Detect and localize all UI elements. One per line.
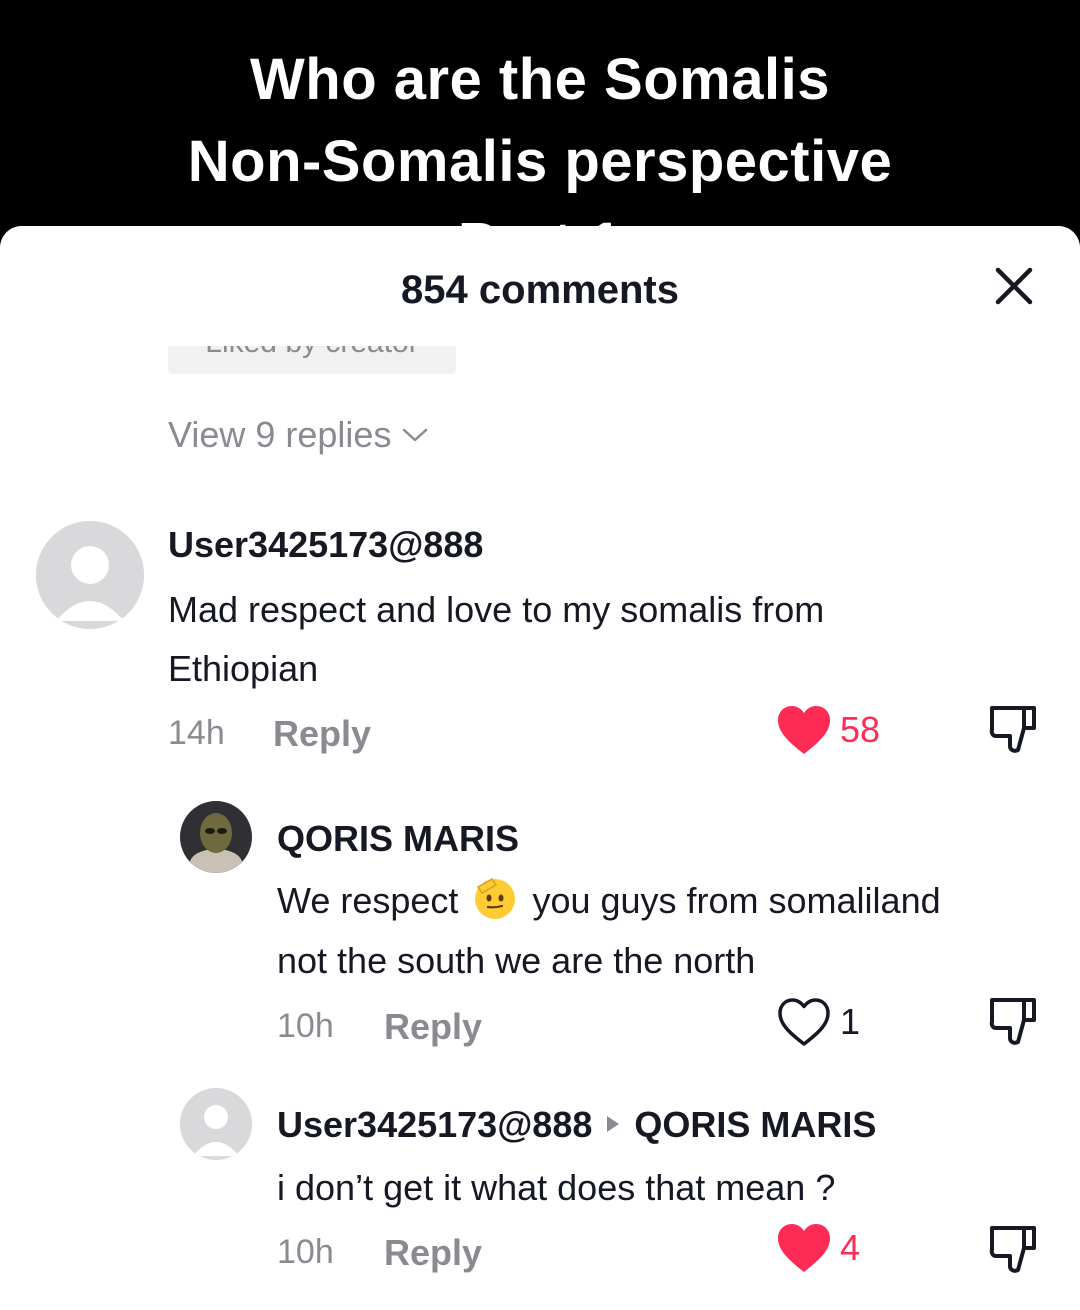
like-button[interactable]: 1 — [776, 996, 860, 1048]
reply-text: i don’t get it what does that mean ? — [277, 1167, 836, 1208]
comment-username[interactable]: User3425173@888 — [168, 524, 483, 566]
like-count: 4 — [840, 1227, 861, 1268]
avatar[interactable] — [36, 521, 144, 629]
caption-line-2: Non-Somalis perspective — [187, 129, 893, 194]
reply-username[interactable]: User3425173@888 — [277, 1104, 592, 1145]
default-avatar-icon — [36, 521, 144, 629]
reply-text-part-1: We respect — [277, 880, 459, 921]
alien-avatar-icon — [180, 801, 252, 873]
comment-text-line-1: Mad respect and love to my somalis from — [168, 589, 825, 630]
reply-button[interactable]: Reply — [273, 713, 371, 755]
dislike-button[interactable] — [986, 994, 1040, 1053]
caption-line-1: Who are the Somalis — [250, 47, 830, 112]
like-count: 1 — [840, 1001, 861, 1042]
comment-time: 14h — [168, 714, 225, 752]
comment-text-line-2: Ethiopian — [168, 648, 319, 689]
dislike-button[interactable] — [986, 702, 1040, 761]
dislike-button[interactable] — [986, 1222, 1040, 1281]
comments-sheet: Liked by creator 854 comments View 9 rep… — [0, 226, 1080, 1310]
chevron-down-icon — [403, 428, 428, 442]
reply-to-arrow-icon — [607, 1116, 620, 1132]
reply-text-line-2: not the south we are the north — [277, 940, 756, 981]
close-button[interactable] — [990, 262, 1038, 310]
video-caption: Who are the Somalis Non-Somalis perspect… — [0, 0, 1080, 240]
sheet-header: 854 comments — [0, 226, 1080, 346]
view-replies-label: View 9 replies — [168, 414, 392, 455]
thumbs-down-icon — [989, 1226, 1036, 1273]
close-icon — [995, 267, 1033, 305]
avatar[interactable] — [180, 801, 252, 873]
thumbs-down-icon — [989, 706, 1036, 753]
comment-count: 854 comments — [401, 268, 679, 312]
reply-time: 10h — [277, 1007, 334, 1045]
view-replies-button[interactable]: View 9 replies — [168, 414, 429, 456]
reply-header: User3425173@888 QORIS MARIS — [277, 1104, 876, 1146]
like-button[interactable]: 58 — [776, 704, 880, 756]
saluting-face-icon — [472, 875, 518, 921]
default-avatar-icon — [180, 1088, 252, 1160]
thumbs-down-icon — [989, 998, 1036, 1045]
reply-to-username[interactable]: QORIS MARIS — [634, 1104, 876, 1145]
reply-text-part-2: you guys from somaliland — [532, 880, 941, 921]
avatar[interactable] — [180, 1088, 252, 1160]
like-button[interactable]: 4 — [776, 1222, 860, 1274]
reply-text-line-1: We respect you guys from somaliland — [277, 871, 941, 931]
heart-filled-icon — [778, 706, 830, 754]
heart-filled-icon — [778, 1224, 830, 1272]
reply-button[interactable]: Reply — [384, 1006, 482, 1048]
reply-time: 10h — [277, 1233, 334, 1271]
reply-username[interactable]: QORIS MARIS — [277, 818, 519, 860]
reply-button[interactable]: Reply — [384, 1232, 482, 1274]
like-count: 58 — [840, 709, 881, 750]
heart-outline-icon — [778, 998, 830, 1046]
